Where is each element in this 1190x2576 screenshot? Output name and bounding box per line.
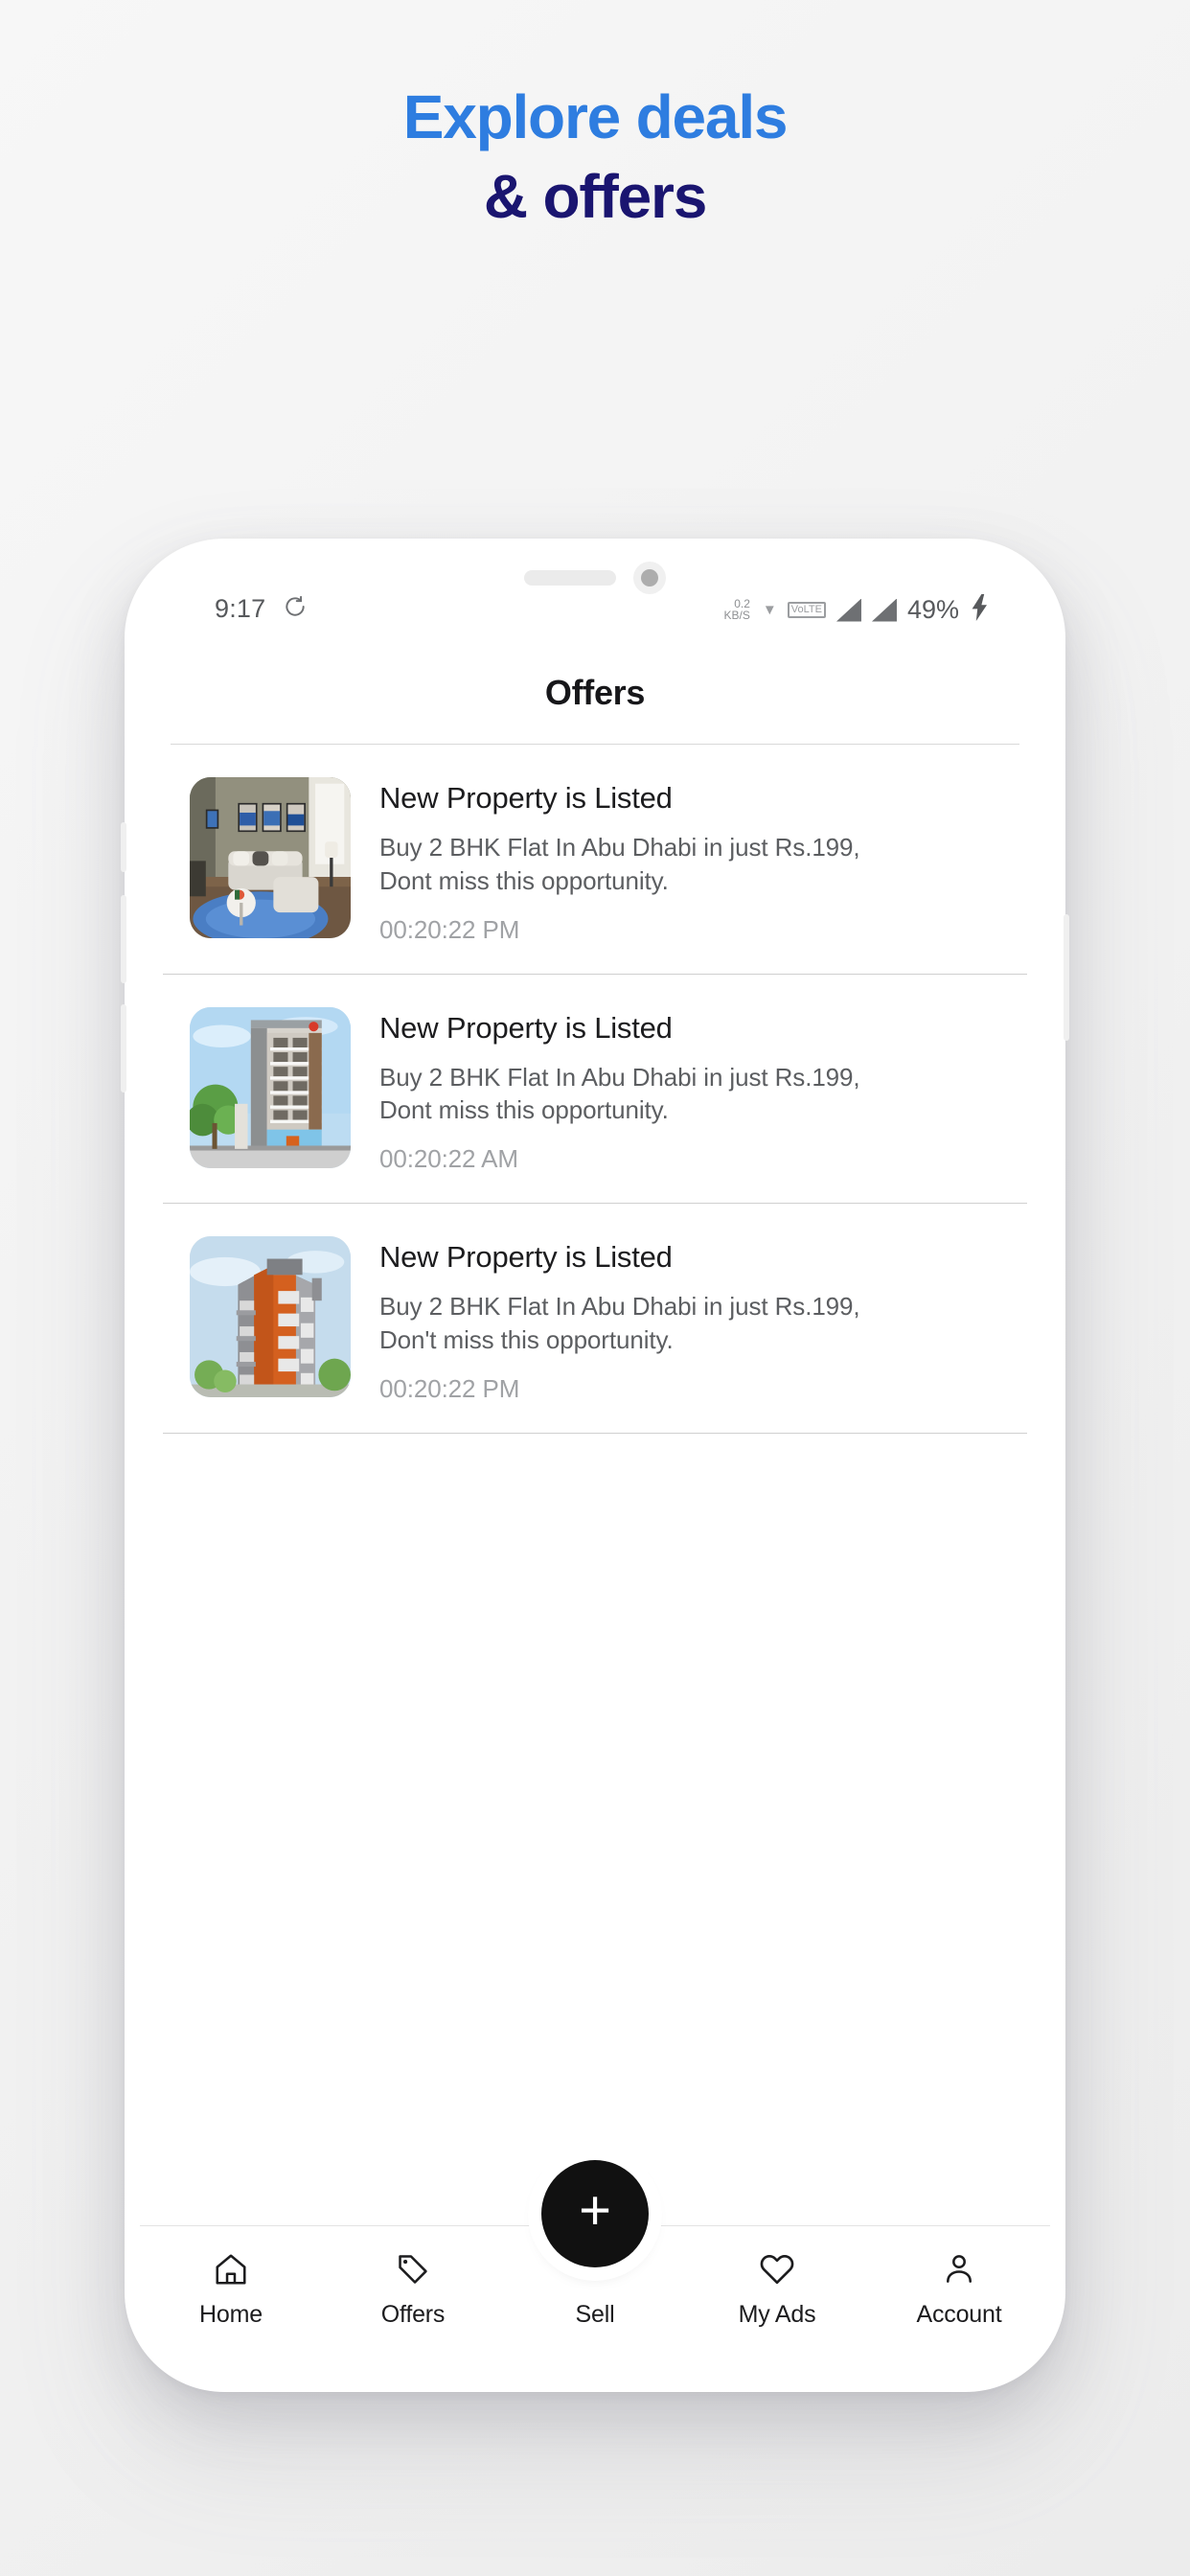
- nav-item-my-ads[interactable]: My Ads: [686, 2249, 868, 2329]
- offers-list: New Property is Listed Buy 2 BHK Flat In…: [140, 745, 1050, 1434]
- nav-label-offers: Offers: [380, 2301, 446, 2328]
- page-title: Offers: [544, 673, 646, 712]
- offer-thumbnail-tall-building: [190, 1006, 351, 1168]
- signal-bars-icon-2: [871, 598, 897, 622]
- list-divider: [163, 1432, 1027, 1434]
- phone-notch: [524, 562, 666, 594]
- nav-label-home: Home: [199, 2301, 263, 2328]
- status-bar-right: 0.2 KB/S ▼ VoLTE 49%: [724, 594, 991, 626]
- offer-text-block: New Property is Listed Buy 2 BHK Flat In…: [379, 1007, 1018, 1175]
- status-bar-left: 9:17: [215, 594, 308, 624]
- plus-icon: +: [579, 2179, 611, 2242]
- battery-percent-label: 49%: [906, 595, 959, 624]
- data-transfer-icon: ▼: [762, 602, 777, 618]
- nav-label-my-ads: My Ads: [738, 2301, 816, 2328]
- heart-icon: [758, 2249, 796, 2289]
- offer-text-block: New Property is Listed Buy 2 BHK Flat In…: [379, 1236, 1018, 1404]
- phone-screen: 9:17 0.2 KB/S ▼ VoLTE 49% Offers New Pro…: [140, 554, 1050, 2377]
- offer-thumbnail-living-room: [190, 777, 351, 938]
- front-camera-icon: [633, 562, 666, 594]
- nav-label-sell: Sell: [575, 2301, 615, 2328]
- status-bar-clock: 9:17: [215, 594, 266, 623]
- list-item[interactable]: New Property is Listed Buy 2 BHK Flat In…: [140, 1204, 1050, 1433]
- nav-item-account[interactable]: Account: [868, 2249, 1050, 2329]
- sell-fab-button[interactable]: +: [541, 2160, 649, 2267]
- offer-text-block: New Property is Listed Buy 2 BHK Flat In…: [379, 777, 1018, 945]
- phone-mockup-frame: 9:17 0.2 KB/S ▼ VoLTE 49% Offers New Pro…: [121, 539, 1069, 2392]
- offer-description: Buy 2 BHK Flat In Abu Dhabi in just Rs.1…: [379, 833, 860, 895]
- list-item[interactable]: New Property is Listed Buy 2 BHK Flat In…: [140, 745, 1050, 974]
- volte-icon: VoLTE: [787, 602, 826, 618]
- offer-title: New Property is Listed: [379, 781, 673, 815]
- nav-item-offers[interactable]: Offers: [322, 2249, 504, 2329]
- phone-button-left-top: [121, 822, 126, 872]
- offer-description: Buy 2 BHK Flat In Abu Dhabi in just Rs.1…: [379, 1062, 860, 1125]
- phone-volume-up-button: [121, 895, 126, 983]
- offer-timestamp: 00:20:22 AM: [379, 1144, 518, 1174]
- phone-power-button: [1064, 914, 1069, 1041]
- offer-title: New Property is Listed: [379, 1010, 673, 1045]
- offer-timestamp: 00:20:22 PM: [379, 914, 520, 944]
- offer-description: Buy 2 BHK Flat In Abu Dhabi in just Rs.1…: [379, 1292, 860, 1355]
- status-bar: 9:17 0.2 KB/S ▼ VoLTE 49%: [140, 554, 1050, 642]
- network-speed-indicator: 0.2 KB/S: [723, 598, 750, 622]
- promo-headline-line-1: Explore deals: [402, 82, 789, 151]
- promo-headline-line-2: & offers: [483, 162, 707, 232]
- charging-bolt-icon: [970, 594, 991, 626]
- network-speed-unit: KB/S: [723, 608, 750, 622]
- earpiece-speaker: [524, 570, 616, 586]
- nav-label-account: Account: [916, 2301, 1002, 2328]
- promo-headline: Explore deals & offers: [0, 82, 1190, 232]
- camera-lens: [641, 569, 658, 586]
- signal-bars-icon-1: [835, 598, 861, 622]
- home-icon: [213, 2249, 249, 2289]
- alarm-icon: [283, 594, 308, 624]
- tag-icon: [395, 2249, 431, 2289]
- nav-item-home[interactable]: Home: [140, 2249, 322, 2329]
- offer-title: New Property is Listed: [379, 1240, 673, 1275]
- person-icon: [941, 2249, 977, 2289]
- offer-thumbnail-orange-building: [190, 1236, 351, 1398]
- app-header: Offers: [140, 642, 1050, 744]
- list-item[interactable]: New Property is Listed Buy 2 BHK Flat In…: [140, 975, 1050, 1204]
- offer-timestamp: 00:20:22 PM: [379, 1373, 520, 1403]
- phone-volume-down-button: [121, 1004, 126, 1092]
